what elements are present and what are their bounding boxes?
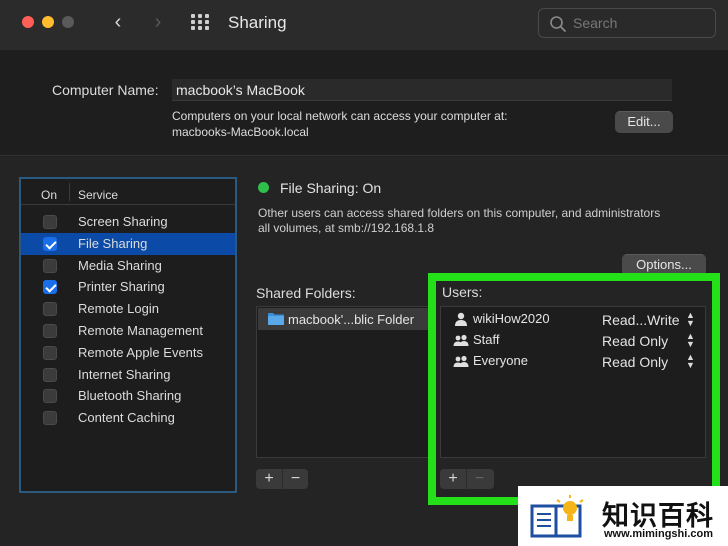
service-checkbox[interactable] bbox=[43, 302, 57, 317]
user-permission-select[interactable]: Read Only bbox=[602, 354, 668, 370]
computer-name-label: Computer Name: bbox=[52, 82, 159, 98]
service-label: File Sharing bbox=[78, 235, 148, 251]
search-icon bbox=[550, 16, 566, 32]
remove-folder-button[interactable]: − bbox=[282, 469, 308, 489]
service-row-remote-login[interactable]: Remote Login bbox=[21, 298, 235, 320]
file-sharing-description: Other users can access shared folders on… bbox=[258, 206, 718, 236]
folder-icon bbox=[268, 313, 284, 325]
file-sharing-status: File Sharing: On bbox=[280, 180, 382, 196]
window-title: Sharing bbox=[228, 13, 287, 32]
service-checkbox[interactable] bbox=[43, 367, 57, 382]
user-name: wikiHow2020 bbox=[473, 311, 550, 326]
status-desc-line1: Other users can access shared folders on… bbox=[258, 206, 661, 220]
service-checkbox[interactable] bbox=[43, 389, 57, 404]
computer-address-description: Computers on your local network can acce… bbox=[172, 108, 592, 140]
watermark-logo: 知识百科 www.mimingshi.com bbox=[518, 486, 728, 546]
updown-chevron-icon[interactable]: ▲ ▼ bbox=[686, 311, 695, 328]
users-list: wikiHow2020 Read...Write ▲ ▼ Staff Read Only ▲… bbox=[440, 306, 706, 458]
service-label: Remote Login bbox=[78, 301, 159, 317]
computer-name-panel bbox=[0, 50, 728, 156]
service-row-internet-sharing[interactable]: Internet Sharing bbox=[21, 364, 235, 386]
updown-chevron-icon[interactable]: ▲ ▼ bbox=[686, 332, 695, 349]
edit-button[interactable]: Edit... bbox=[615, 111, 673, 133]
service-row-printer-sharing[interactable]: Printer Sharing bbox=[21, 276, 235, 298]
search-field[interactable]: Search bbox=[538, 8, 716, 38]
service-checkbox[interactable] bbox=[43, 280, 57, 295]
status-desc-line2: all volumes, at smb://192.168.1.8 bbox=[258, 221, 435, 235]
service-checkbox[interactable] bbox=[43, 236, 57, 251]
address-desc-line2: macbooks-MacBook.local bbox=[172, 125, 309, 139]
shared-folder-name: macbook'...blic Folder bbox=[288, 312, 415, 327]
column-divider bbox=[69, 183, 70, 201]
book-lightbulb-logo-icon bbox=[530, 495, 584, 538]
service-row-remote-management[interactable]: Remote Management bbox=[21, 320, 235, 342]
watermark-url: www.mimingshi.com bbox=[604, 528, 713, 540]
service-label: Screen Sharing bbox=[78, 214, 168, 229]
service-row-screen-sharing[interactable]: Screen Sharing bbox=[21, 211, 235, 233]
service-label: Bluetooth Sharing bbox=[78, 388, 182, 404]
user-permission-select[interactable]: Read...Write bbox=[602, 312, 680, 328]
group-icon bbox=[453, 334, 469, 346]
service-row-bluetooth-sharing[interactable]: Bluetooth Sharing bbox=[21, 385, 235, 407]
remove-user-button[interactable]: − bbox=[466, 469, 492, 489]
services-header: On Service bbox=[21, 179, 235, 205]
users-controls: + − bbox=[440, 469, 494, 489]
service-label: Internet Sharing bbox=[78, 366, 171, 382]
service-row-content-caching[interactable]: Content Caching bbox=[21, 407, 235, 429]
service-label: Media Sharing bbox=[78, 257, 162, 273]
service-checkbox[interactable] bbox=[43, 215, 57, 229]
shared-folders-list: macbook'...blic Folder bbox=[256, 306, 432, 458]
column-on-header: On bbox=[41, 188, 58, 202]
user-name: Staff bbox=[473, 332, 500, 347]
service-row-file-sharing[interactable]: File Sharing bbox=[21, 232, 235, 255]
zoom-window-button[interactable] bbox=[62, 16, 74, 28]
service-row-media-sharing[interactable]: Media Sharing bbox=[21, 255, 235, 277]
service-label: Remote Management bbox=[78, 323, 204, 338]
address-desc-line1: Computers on your local network can acce… bbox=[172, 109, 508, 123]
computer-name-input[interactable]: macbook’s MacBook bbox=[172, 79, 672, 101]
users-label: Users: bbox=[442, 284, 483, 300]
search-placeholder: Search bbox=[573, 15, 618, 31]
user-name: Everyone bbox=[473, 353, 528, 368]
service-checkbox[interactable] bbox=[43, 258, 57, 273]
service-checkbox[interactable] bbox=[43, 345, 57, 360]
service-checkbox[interactable] bbox=[43, 324, 57, 338]
forward-chevron-icon[interactable]: › bbox=[146, 10, 170, 34]
status-indicator-icon bbox=[258, 182, 269, 193]
add-user-button[interactable]: + bbox=[440, 469, 466, 489]
services-list: On Service Screen Sharing File Sharing Med… bbox=[19, 177, 237, 493]
service-label: Content Caching bbox=[78, 410, 175, 426]
updown-chevron-icon[interactable]: ▲ ▼ bbox=[686, 353, 695, 370]
group-icon bbox=[453, 355, 469, 367]
user-row[interactable]: Staff Read Only ▲ ▼ bbox=[441, 330, 705, 351]
column-service-header: Service bbox=[78, 188, 119, 202]
user-permission-select[interactable]: Read Only bbox=[602, 333, 668, 349]
service-row-remote-apple-events[interactable]: Remote Apple Events bbox=[21, 342, 235, 364]
user-row[interactable]: wikiHow2020 Read...Write ▲ ▼ bbox=[441, 309, 705, 330]
single-user-icon bbox=[455, 312, 467, 326]
back-chevron-icon[interactable]: ‹ bbox=[106, 10, 130, 34]
service-label: Remote Apple Events bbox=[78, 344, 204, 360]
show-all-grid-icon[interactable] bbox=[191, 14, 211, 30]
title-bar: ‹ › Sharing Search bbox=[0, 0, 728, 50]
shared-folders-label: Shared Folders: bbox=[256, 285, 356, 301]
minimize-window-button[interactable] bbox=[42, 16, 54, 28]
shared-folder-row[interactable]: macbook'...blic Folder bbox=[258, 308, 430, 330]
user-row[interactable]: Everyone Read Only ▲ ▼ bbox=[441, 351, 705, 372]
service-checkbox[interactable] bbox=[43, 411, 57, 426]
service-label: Printer Sharing bbox=[78, 279, 165, 295]
close-window-button[interactable] bbox=[22, 16, 34, 28]
add-folder-button[interactable]: + bbox=[256, 469, 282, 489]
shared-folders-controls: + − bbox=[256, 469, 308, 489]
